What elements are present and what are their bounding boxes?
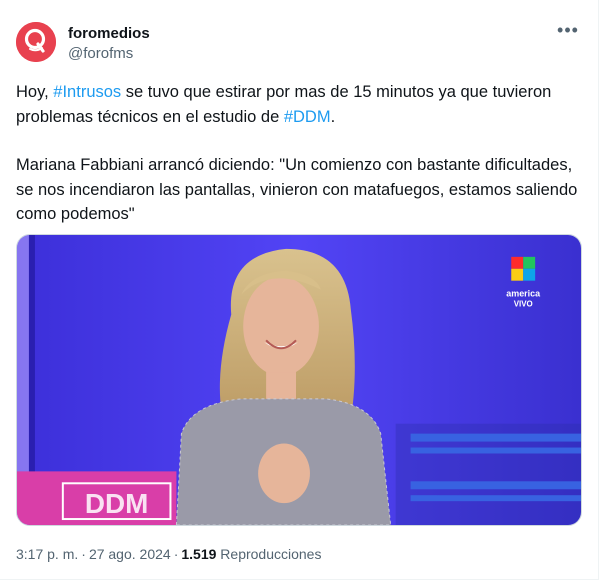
tweet-text: Hoy, #Intrusos se tuvo que estirar por m… — [16, 80, 586, 227]
tweet-media-video[interactable]: DDM america VIVO — [16, 234, 582, 526]
tweet-time[interactable]: 3:17 p. m. — [16, 546, 78, 562]
video-frame: DDM america VIVO — [17, 235, 581, 525]
text-segment: . — [330, 107, 336, 126]
more-icon[interactable]: ••• — [556, 21, 580, 44]
channel-name-text: america — [506, 289, 541, 299]
hashtag-intrusos[interactable]: #Intrusos — [53, 83, 121, 101]
author-names: foromedios @forofms — [68, 24, 150, 64]
hashtag-ddm[interactable]: #DDM — [284, 108, 331, 126]
author-handle[interactable]: @forofms — [68, 44, 150, 64]
avatar[interactable] — [16, 22, 56, 62]
views-count: 1.519 — [181, 546, 217, 562]
tweet-paragraph-2: Mariana Fabbiani arrancó diciendo: "Un c… — [16, 156, 578, 223]
meta-separator: · — [173, 546, 179, 562]
author-display-name[interactable]: foromedios — [68, 24, 150, 44]
tweet-date[interactable]: 27 ago. 2024 — [89, 546, 171, 562]
meta-separator: · — [81, 546, 86, 562]
tweet-card: foromedios @forofms ••• Hoy, #Intrusos s… — [0, 0, 599, 580]
text-segment: Hoy, — [16, 83, 54, 101]
tweet-meta: 3:17 p. m. · 27 ago. 2024 · 1.519 Reproducci… — [16, 545, 321, 563]
foromedios-logo-icon — [16, 22, 56, 62]
floor-logo-text: DDM — [85, 488, 149, 519]
tweet-header: foromedios @forofms ••• — [16, 21, 586, 66]
tweet-paragraph-1: Hoy, #Intrusos se tuvo que estirar por m… — [16, 80, 586, 129]
views-label: Reproducciones — [220, 546, 322, 562]
channel-status-text: VIVO — [514, 300, 533, 309]
